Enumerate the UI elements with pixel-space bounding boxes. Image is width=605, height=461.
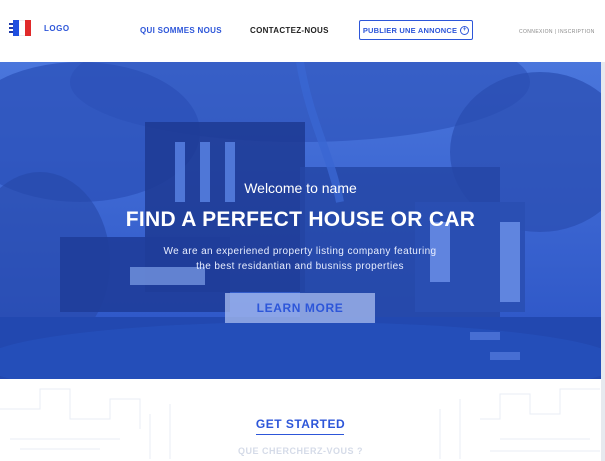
nav-link-contact[interactable]: CONTACTEZ-NOUS	[250, 26, 329, 35]
hero-description: We are an experiened property listing co…	[140, 244, 460, 274]
get-started-heading: GET STARTED	[255, 417, 346, 431]
plus-circle-icon: +	[460, 25, 470, 35]
publish-label: PUBLIER UNE ANNONCE	[362, 25, 458, 35]
scrollbar[interactable]	[601, 62, 605, 461]
publish-listing-button[interactable]: PUBLIER UNE ANNONCE +	[359, 20, 473, 40]
hero-desc-line-2: the best residantian and busniss propert…	[196, 261, 404, 272]
nav-link-about[interactable]: QUI SOMMES NOUS	[140, 26, 222, 35]
hero-welcome: Welcome to name	[244, 180, 357, 196]
french-flag-icon	[13, 20, 31, 36]
search-question: QUE CHERCHERZ-VOUS ?	[237, 446, 363, 456]
heading-underline	[256, 434, 344, 435]
login-signup-link[interactable]: CONNEXION | INSCRIPTION	[519, 29, 595, 35]
hero-content: Welcome to name FIND A PERFECT HOUSE OR …	[0, 62, 601, 379]
top-navbar: LOGO QUI SOMMES NOUS CONTACTEZ-NOUS PUBL…	[0, 0, 605, 62]
hero-desc-line-1: We are an experiened property listing co…	[163, 246, 437, 257]
learn-more-button[interactable]: LEARN MORE	[225, 293, 375, 323]
hero-banner: Welcome to name FIND A PERFECT HOUSE OR …	[0, 62, 601, 379]
language-selector[interactable]	[9, 19, 33, 37]
logo[interactable]: LOGO	[44, 24, 70, 33]
hero-title: FIND A PERFECT HOUSE OR CAR	[125, 208, 476, 231]
get-started-section: GET STARTED QUE CHERCHERZ-VOUS ?	[0, 379, 601, 461]
